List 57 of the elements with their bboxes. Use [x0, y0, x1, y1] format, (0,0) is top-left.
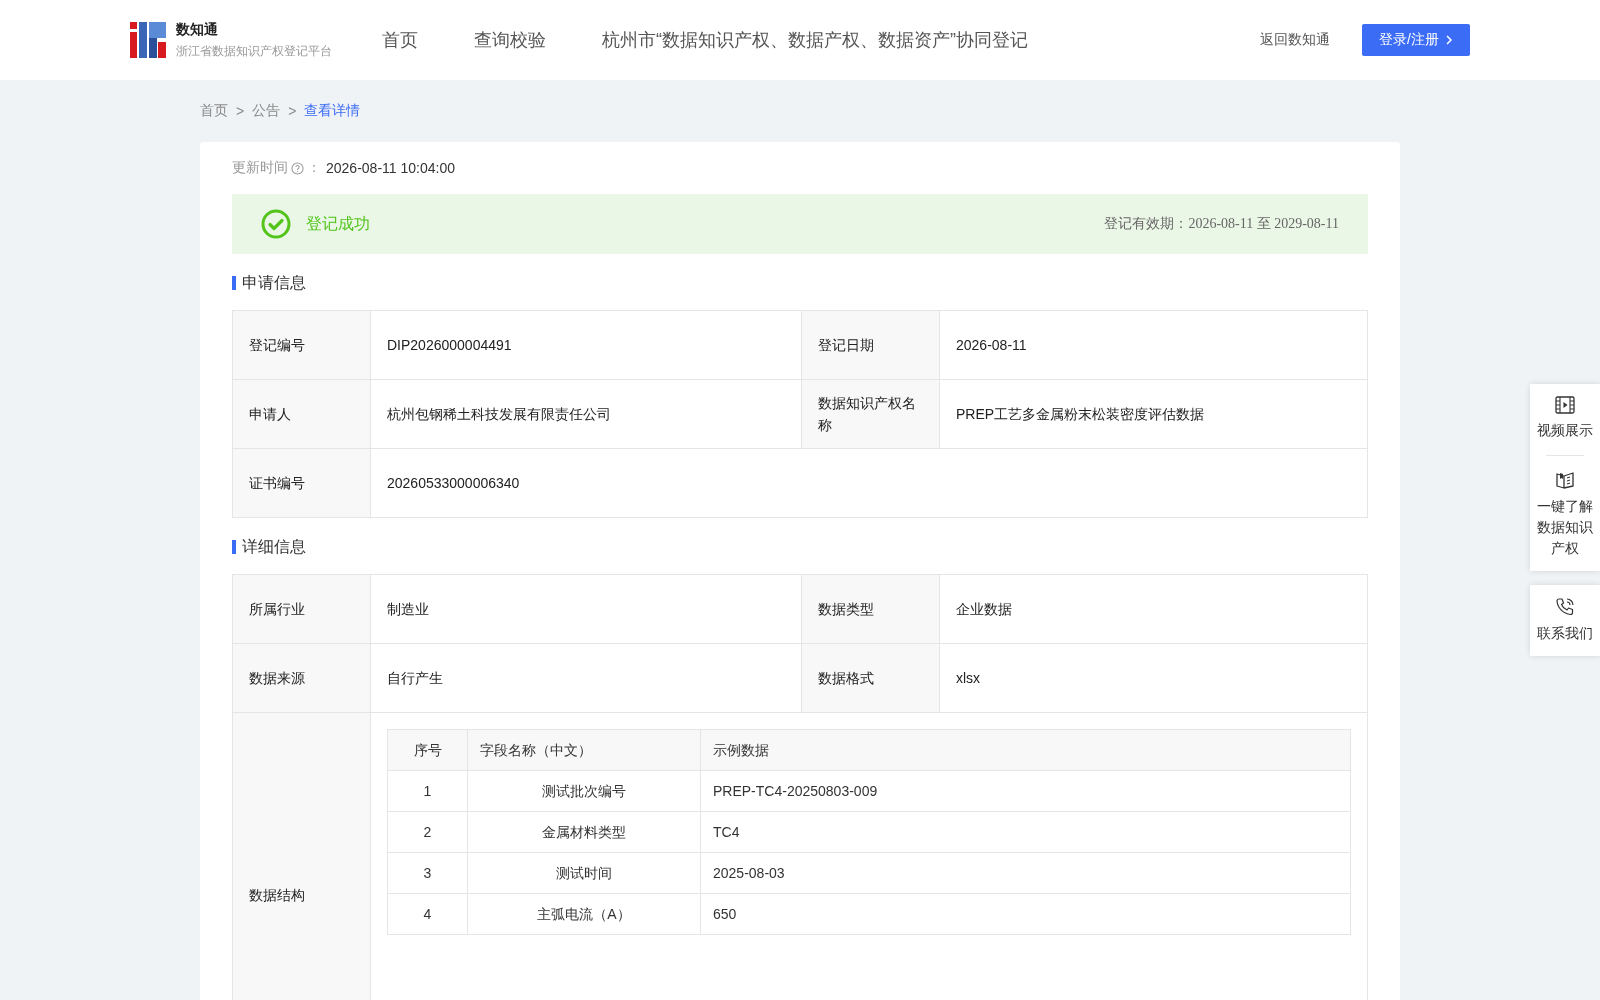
- phone-icon: [1555, 597, 1575, 617]
- field-label: 数据类型: [802, 575, 940, 644]
- update-label: 更新时间: [232, 159, 288, 177]
- field-value: PREP工艺多金属粉末松装密度评估数据: [940, 380, 1368, 449]
- table-cell: TC4: [700, 811, 1351, 853]
- breadcrumb-link[interactable]: 查看详情: [304, 102, 361, 120]
- section-title: 申请信息: [232, 276, 1368, 290]
- side-button[interactable]: 一键了解 数据知识 产权: [1530, 464, 1600, 565]
- film-icon: [1555, 396, 1575, 414]
- table-cell: 4: [387, 893, 468, 935]
- nav-link[interactable]: 杭州市“数据知识产权、数据产权、数据资产”协同登记: [602, 28, 1028, 52]
- field-label: 所属行业: [233, 575, 371, 644]
- update-time: 2026-08-11 10:04:00: [326, 160, 455, 176]
- status-text: 登记成功: [306, 213, 370, 234]
- section-title: 详细信息: [232, 540, 1368, 554]
- field-label: 登记编号: [233, 311, 371, 380]
- help-icon: [291, 161, 304, 175]
- table-cell: 3: [387, 852, 468, 894]
- table-cell: 2025-08-03: [700, 852, 1351, 894]
- side-button[interactable]: 联系我们: [1530, 591, 1600, 650]
- breadcrumb-separator: >: [288, 103, 297, 119]
- nav-link[interactable]: 首页: [382, 28, 418, 52]
- side-button[interactable]: 视频展示: [1530, 390, 1600, 447]
- table-cell: 1: [387, 770, 468, 812]
- field-label: 申请人: [233, 380, 371, 449]
- field-label: 数据来源: [233, 644, 371, 713]
- table-cell: 650: [700, 893, 1351, 935]
- breadcrumb-separator: >: [236, 103, 245, 119]
- validity-period: 登记有效期：2026-08-11 至 2029-08-11: [1104, 215, 1339, 233]
- table-cell: 主弧电流（A）: [467, 893, 701, 935]
- login-button[interactable]: 登录/注册: [1362, 24, 1470, 56]
- field-label: 数据知识产权名称: [802, 380, 940, 449]
- table-cell: 测试时间: [467, 852, 701, 894]
- field-label: 数据结构: [233, 713, 371, 1000]
- table-cell: 金属材料类型: [467, 811, 701, 853]
- field-label: 数据格式: [802, 644, 940, 713]
- table-cell: PREP-TC4-20250803-009: [700, 770, 1351, 812]
- field-value: 20260533000006340: [371, 449, 1368, 518]
- back-link[interactable]: 返回数知通: [1260, 31, 1330, 49]
- column-header: 字段名称（中文）: [467, 729, 701, 771]
- field-label: 登记日期: [802, 311, 940, 380]
- logo-subtitle: 浙江省数据知识产权登记平台: [176, 42, 332, 60]
- field-value: 2026-08-11: [940, 311, 1368, 380]
- book-icon: [1555, 470, 1575, 490]
- logo-icon: [130, 22, 166, 58]
- column-header: 示例数据: [700, 729, 1351, 771]
- update-colon: ：: [307, 159, 321, 177]
- column-header: 序号: [387, 729, 468, 771]
- table-cell: 2: [387, 811, 468, 853]
- logo-title: 数知通: [176, 20, 219, 39]
- check-circle-icon: [261, 209, 291, 239]
- chevron-icon: [1444, 35, 1453, 45]
- field-label: 证书编号: [233, 449, 371, 518]
- table-cell: 测试批次编号: [467, 770, 701, 812]
- field-value: xlsx: [940, 644, 1368, 713]
- nav-link[interactable]: 查询校验: [474, 28, 546, 52]
- field-value: 企业数据: [940, 575, 1368, 644]
